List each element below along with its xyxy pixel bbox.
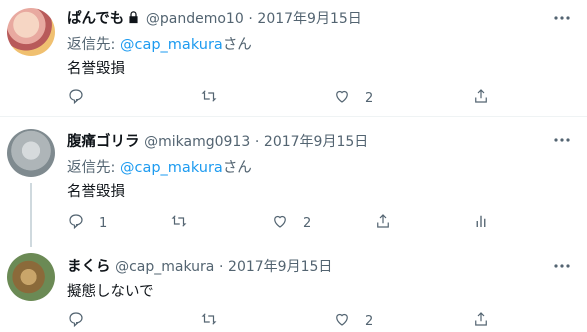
user-handle[interactable]: @cap_makura [115,259,214,275]
avatar[interactable] [7,253,55,301]
share-button[interactable] [374,212,392,234]
like-count: 2 [365,313,374,329]
user-handle[interactable]: @mikamg0913 [144,134,250,150]
reply-to-link[interactable]: @cap_makura [120,160,223,176]
share-icon [472,310,490,332]
tweet-header: まくら @cap_makura · 2017年9月15日 [67,258,332,276]
tweet-header: 腹痛ゴリラ @mikamg0913 · 2017年9月15日 [67,133,368,151]
display-name[interactable]: 腹痛ゴリラ [67,134,140,150]
tweet-text: 名誉毀損 [67,61,125,77]
share-icon [472,87,490,109]
reply-context: 返信先: @cap_makuraさん [67,160,252,176]
retweet-icon [170,212,188,234]
reply-icon [67,212,85,234]
tweet-text: 名誉毀損 [67,184,125,200]
like-button[interactable]: 2 [333,310,373,332]
like-button[interactable]: 2 [271,212,311,234]
more-icon[interactable] [551,131,573,149]
tweet-date[interactable]: 2017年9月15日 [264,134,368,150]
like-icon [271,212,289,234]
action-bar: 2 [0,310,587,330]
separator-dot: · [254,134,260,150]
more-icon[interactable] [551,9,573,27]
avatar[interactable] [7,129,55,177]
tweet-header: ぱんでも @pandemo10 · 2017年9月15日 [67,10,362,30]
like-button[interactable]: 2 [333,87,373,109]
reply-button[interactable] [67,310,99,332]
tweet-text: 擬態しないで [67,284,154,300]
like-icon [333,87,351,109]
reply-icon [67,87,85,109]
analytics-button[interactable] [472,212,490,234]
more-icon[interactable] [551,257,573,275]
user-handle[interactable]: @pandemo10 [146,11,244,27]
tweet-date[interactable]: 2017年9月15日 [228,259,332,275]
lock-icon [126,10,141,30]
tweet-3[interactable]: まくら @cap_makura · 2017年9月15日 擬態しないで 2 [0,247,587,332]
tweet-1[interactable]: ぱんでも @pandemo10 · 2017年9月15日 返信先: @cap_m… [0,0,587,114]
retweet-button[interactable] [170,212,202,234]
like-icon [333,310,351,332]
display-name[interactable]: ぱんでも [67,11,124,27]
avatar[interactable] [7,8,55,56]
like-count: 2 [303,215,312,231]
retweet-icon [200,310,218,332]
reply-icon [67,310,85,332]
share-button[interactable] [472,310,490,332]
reply-count: 1 [99,215,108,231]
separator-dot: · [248,11,253,27]
analytics-icon [472,212,490,234]
reply-button[interactable]: 1 [67,212,107,234]
separator-dot: · [218,259,224,275]
reply-to-link[interactable]: @cap_makura [120,37,223,53]
share-icon [374,212,392,234]
retweet-icon [200,87,218,109]
like-count: 2 [365,90,374,106]
reply-context: 返信先: @cap_makuraさん [67,37,252,53]
retweet-button[interactable] [200,87,232,109]
reply-button[interactable] [67,87,99,109]
retweet-button[interactable] [200,310,232,332]
tweet-2[interactable]: 腹痛ゴリラ @mikamg0913 · 2017年9月15日 返信先: @cap… [0,117,587,247]
tweet-date[interactable]: 2017年9月15日 [257,11,361,27]
action-bar: 1 2 [0,212,587,232]
display-name[interactable]: まくら [67,259,111,275]
share-button[interactable] [472,87,490,109]
action-bar: 2 [0,87,587,107]
